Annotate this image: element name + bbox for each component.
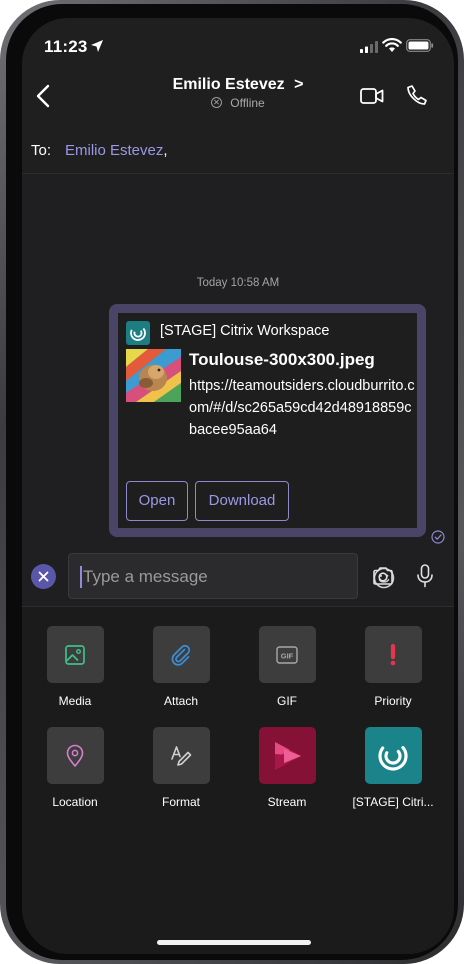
message-placeholder: Type a message [83,567,208,586]
presence-status: Offline [22,96,454,110]
format-tile [152,727,210,784]
video-call-button[interactable] [360,86,384,106]
screen: 11:23 Emilio Estevez > Offline To: Emili… [22,18,454,954]
adaptive-card: [STAGE] Citrix Workspace Toulouse-300x30… [118,313,417,528]
citrix-app-icon [126,321,150,345]
chevron-right-icon: > [294,76,304,93]
svg-text:GIF: GIF [281,651,294,660]
format-extension[interactable]: Format [128,727,234,809]
phone-bezel: 11:23 Emilio Estevez > Offline To: Emili… [6,4,458,960]
contact-name: Emilio Estevez [172,76,285,93]
citrix-extension[interactable]: [STAGE] Citri... [340,727,446,809]
location-tile [46,727,104,784]
recipient-row: To: Emilio Estevez, [22,126,454,174]
home-indicator[interactable] [157,940,311,945]
contact-name-link[interactable]: Emilio Estevez > [22,76,454,94]
gif-icon: GIF [276,645,298,664]
stream-label: Stream [267,795,307,809]
exclamation-icon [390,643,396,665]
citrix-icon [378,740,408,771]
compose-bar: Type a message [22,550,454,606]
phone-frame: 11:23 Emilio Estevez > Offline To: Emili… [0,0,464,964]
file-name: Toulouse-300x300.jpeg [189,350,375,369]
conversation-area: Today 10:58 AM [STAGE] Citrix Workspace [22,175,454,550]
recipient-name: Emilio Estevez [65,142,164,159]
close-extensions-button[interactable] [31,564,56,589]
message-input[interactable]: Type a message [68,553,395,599]
microphone-button[interactable] [416,564,434,588]
gif-extension[interactable]: GIF GIF [234,626,340,708]
download-button[interactable]: Download [195,481,289,521]
recipient-separator: , [163,142,168,159]
paperclip-icon [171,644,191,666]
priority-extension[interactable]: Priority [340,626,446,708]
attach-label: Attach [163,694,199,708]
gif-label: GIF [277,694,297,708]
format-pen-icon [171,745,192,766]
message-bubble[interactable]: [STAGE] Citrix Workspace Toulouse-300x30… [109,304,426,537]
priority-tile [364,626,422,683]
battery-icon [406,39,434,52]
media-label: Media [58,694,92,708]
citrix-tile [364,727,422,784]
audio-call-button[interactable] [406,84,428,106]
extensions-tray: Media Attach GIF GIF Priority Location F… [22,606,454,954]
open-button[interactable]: Open [126,481,188,521]
signal-icon [360,41,378,53]
location-arrow-icon [91,40,103,52]
priority-label: Priority [374,694,412,708]
card-app-name: [STAGE] Citrix Workspace [160,323,330,339]
location-pin-icon [66,744,84,767]
sent-check-icon [431,530,445,544]
chat-header: Emilio Estevez > Offline [22,74,454,126]
status-bar: 11:23 [22,18,454,74]
stream-tile [258,727,316,784]
camera-button[interactable] [372,566,394,586]
file-thumbnail [126,349,181,402]
attach-tile [152,626,210,683]
message-timestamp: Today 10:58 AM [196,277,280,289]
format-label: Format [161,795,200,809]
stream-play-icon [275,741,301,770]
text-caret [80,566,82,588]
recipient-chip[interactable]: Emilio Estevez, [65,142,168,159]
media-extension[interactable]: Media [22,626,128,708]
location-label: Location [52,795,98,809]
media-tile [46,626,104,683]
wifi-icon [382,38,402,52]
file-url-link[interactable]: https://teamoutsiders.cloudburrito.com/#… [189,375,415,441]
attach-extension[interactable]: Attach [128,626,234,708]
stream-extension[interactable]: Stream [234,727,340,809]
offline-icon [211,97,223,108]
close-icon [38,571,49,582]
image-icon [65,644,85,665]
gif-tile: GIF [258,626,316,683]
status-time: 11:23 [44,37,88,56]
presence-label: Offline [230,96,265,110]
citrix-label: [STAGE] Citri... [352,795,434,809]
to-label: To: [31,142,52,159]
location-extension[interactable]: Location [22,727,128,809]
